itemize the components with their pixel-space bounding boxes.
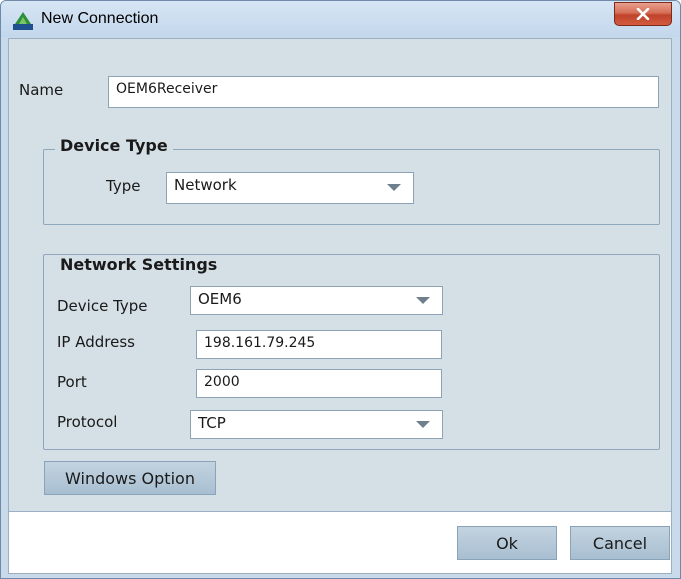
ip-address-label: IP Address [57,333,135,351]
title-bar[interactable]: New Connection [1,1,680,37]
protocol-select[interactable]: TCP [190,410,443,439]
protocol-select-value: TCP [198,414,226,432]
port-input[interactable]: 2000 [196,369,442,398]
cancel-button[interactable]: Cancel [570,526,670,560]
close-button[interactable] [614,2,672,26]
chevron-down-icon [416,297,430,304]
new-connection-dialog: New Connection Name OEM6Receiver Device … [0,0,681,579]
port-label: Port [57,373,87,391]
type-label: Type [106,177,141,195]
app-logo-icon [13,12,33,30]
name-label: Name [19,81,64,99]
windows-option-button[interactable]: Windows Option [44,461,216,495]
name-input[interactable]: OEM6Receiver [108,76,659,108]
window-title: New Connection [41,10,159,27]
network-settings-group-title: Network Settings [55,255,223,274]
device-type-select[interactable]: OEM6 [190,286,443,315]
device-type-group-title: Device Type [55,136,173,155]
close-icon [636,8,650,20]
device-type-label: Device Type [57,297,148,315]
protocol-label: Protocol [57,413,118,431]
device-type-select-value: OEM6 [198,290,242,308]
chevron-down-icon [416,421,430,428]
ok-button[interactable]: Ok [457,526,557,560]
type-select-value: Network [174,176,237,194]
ip-address-input[interactable]: 198.161.79.245 [196,330,442,359]
type-select[interactable]: Network [166,172,414,204]
chevron-down-icon [387,184,401,191]
